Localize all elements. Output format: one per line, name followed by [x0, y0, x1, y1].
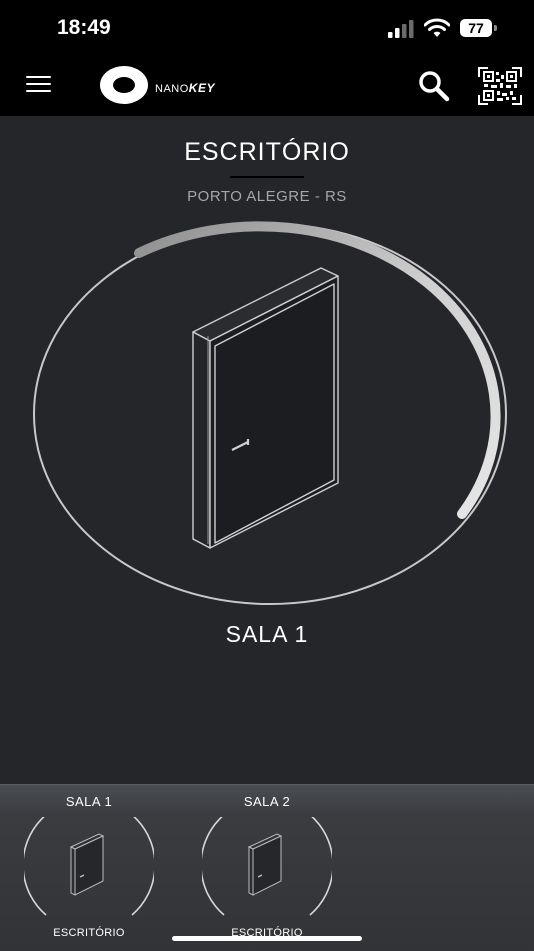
battery-tip	[494, 25, 497, 31]
status-icons: 77	[388, 18, 498, 40]
cellular-signal-icon	[388, 20, 414, 38]
lock-card-sala-1[interactable]: SALA 1 ESCRITÓRIO	[14, 785, 164, 951]
lock-card-graphic	[202, 817, 332, 916]
place-title: ESCRITÓRIO	[184, 138, 350, 166]
place-location: PORTO ALEGRE - RS	[187, 188, 347, 205]
menu-button[interactable]	[22, 70, 56, 100]
logo-text: NANOKEY	[155, 81, 215, 95]
selected-lock-button[interactable]	[30, 218, 510, 610]
logo-mark-icon	[100, 66, 148, 104]
logo-prefix: NANO	[155, 83, 189, 95]
door-icon	[247, 833, 283, 896]
selected-lock-graphic	[33, 221, 507, 605]
logo-suffix: KEY	[188, 81, 215, 95]
status-bar: 18:49 77	[0, 0, 534, 56]
home-indicator[interactable]	[172, 936, 362, 941]
selected-lock-name: SALA 1	[225, 621, 309, 647]
lock-card-sala-2[interactable]: SALA 2 ESCRITÓRIO	[192, 785, 342, 951]
battery-indicator: 77	[460, 19, 492, 37]
status-time: 18:49	[57, 16, 111, 39]
wifi-icon	[424, 18, 450, 37]
door-icon	[69, 833, 105, 896]
title-divider	[230, 176, 304, 178]
lock-card-graphic	[24, 817, 154, 916]
lock-list-tray: SALA 1 ESCRITÓRIO SALA 2 ESCRITÓRIO	[0, 784, 534, 951]
app-header: NANOKEY	[0, 56, 534, 116]
lock-card-name: SALA 1	[65, 794, 113, 809]
qr-scan-button[interactable]	[477, 66, 523, 106]
search-icon	[419, 71, 450, 102]
lock-card-name: SALA 2	[243, 794, 291, 809]
search-button[interactable]	[416, 68, 452, 104]
qr-code-icon	[478, 67, 522, 105]
lock-card-place: ESCRITÓRIO	[53, 927, 125, 939]
door-icon	[192, 267, 339, 549]
